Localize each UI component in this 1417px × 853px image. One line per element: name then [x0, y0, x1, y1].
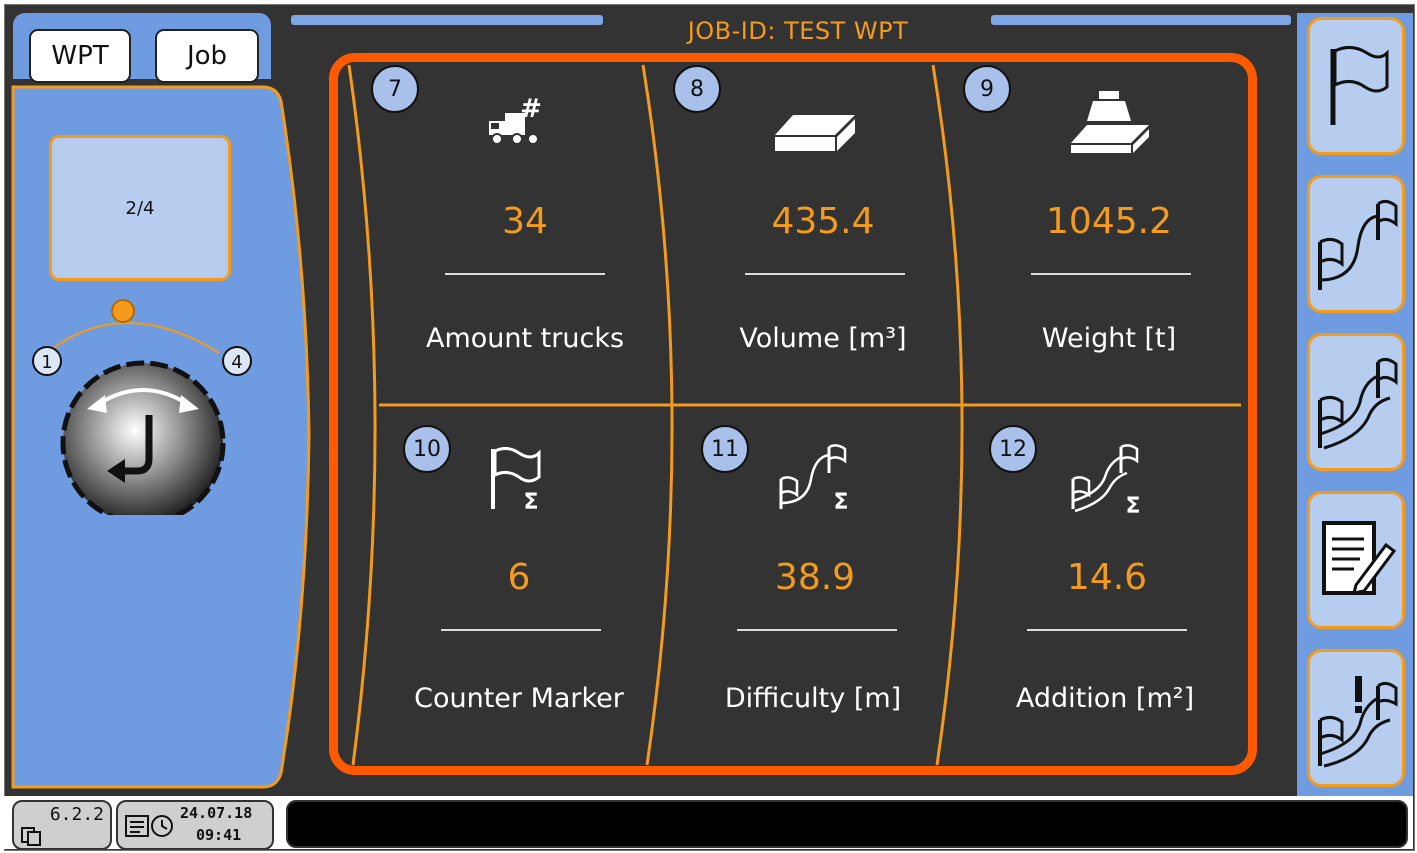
version-box: 6.2.2: [12, 800, 112, 850]
cell-10-label: Counter Marker: [414, 683, 624, 714]
time-label: 09:41: [196, 826, 242, 844]
calendar-clock-icon: [125, 815, 173, 837]
cell-9-label: Weight [t]: [1041, 323, 1177, 354]
cell-7-divider: [445, 273, 605, 275]
rotary-dial[interactable]: 1 4: [25, 295, 265, 515]
cell-8-divider: [745, 273, 905, 275]
svg-text:Σ: Σ: [523, 490, 538, 513]
addition-sum-icon: Σ: [1071, 444, 1141, 515]
dial-min-label: 1: [41, 352, 52, 373]
copy-icon: [21, 827, 41, 846]
warning-button[interactable]: [1307, 649, 1405, 787]
version-label: 6.2.2: [49, 804, 104, 825]
cell-7-value: 34: [502, 201, 548, 242]
device-screen: WPT Job JOB-ID: TEST WPT 2/4 1 4 7 # 34 …: [4, 4, 1415, 851]
title-line-left: [291, 15, 603, 25]
svg-text:#: #: [520, 95, 542, 124]
cell-11-value: 38.9: [774, 557, 856, 598]
date-label: 24.07.18: [180, 804, 253, 822]
dial-min-marker: 1: [32, 346, 62, 376]
flag-icon: [1330, 46, 1389, 125]
grid-dividers: [347, 64, 1241, 766]
cell-12-value: 14.6: [1066, 557, 1148, 598]
notepad-edit-icon: [1322, 521, 1396, 595]
difficulty-button[interactable]: [1307, 175, 1405, 313]
cell-9-badge: 9: [963, 65, 1011, 113]
cell-10-value: 6: [507, 557, 531, 598]
dial-max-marker: 4: [222, 346, 252, 376]
dial-position-indicator: [111, 299, 135, 323]
cell-8-label: Volume [m³]: [739, 323, 907, 354]
page-title: JOB-ID: TEST WPT: [687, 17, 909, 45]
cell-12-label: Addition [m²]: [1015, 683, 1195, 714]
truck-count-icon: #: [489, 95, 542, 145]
cell-11-badge: 11: [701, 425, 749, 473]
cell-10-badge: 10: [403, 425, 451, 473]
flag-sum-icon: Σ: [491, 447, 541, 513]
cell-7-badge: 7: [371, 65, 419, 113]
weight-scale-icon: [1071, 91, 1149, 153]
cell-11-label: Difficulty [m]: [724, 683, 902, 714]
cell-9-value: 1045.2: [1046, 201, 1172, 242]
cell-11-divider: [737, 629, 897, 631]
difficulty-flag-icon: [1318, 199, 1398, 290]
difficulty-sum-icon: Σ: [779, 444, 849, 513]
svg-text:Σ: Σ: [1125, 494, 1140, 515]
addition-flag-icon: [1318, 357, 1398, 450]
cell-10-divider: [441, 629, 601, 631]
cell-8-badge: 8: [673, 65, 721, 113]
marker-button[interactable]: [1307, 17, 1405, 155]
page-counter: 2/4: [49, 135, 231, 281]
svg-text:Σ: Σ: [833, 490, 848, 513]
dial-max-label: 4: [231, 352, 242, 373]
cell-8-value: 435.4: [771, 201, 875, 242]
notes-button[interactable]: [1307, 491, 1405, 629]
volume-slab-icon: [775, 115, 855, 151]
cell-7-label: Amount trucks: [425, 323, 625, 354]
status-bar: 6.2.2 24.07.18 09:41: [4, 796, 1413, 850]
cell-12-badge: 12: [989, 425, 1037, 473]
message-bar: [286, 800, 1408, 848]
addition-button[interactable]: [1307, 333, 1405, 471]
warning-flag-icon: [1318, 676, 1398, 768]
title-line-right: [991, 15, 1291, 25]
cell-12-divider: [1027, 629, 1187, 631]
datetime-box: 24.07.18 09:41: [116, 800, 274, 850]
cell-9-divider: [1031, 273, 1191, 275]
